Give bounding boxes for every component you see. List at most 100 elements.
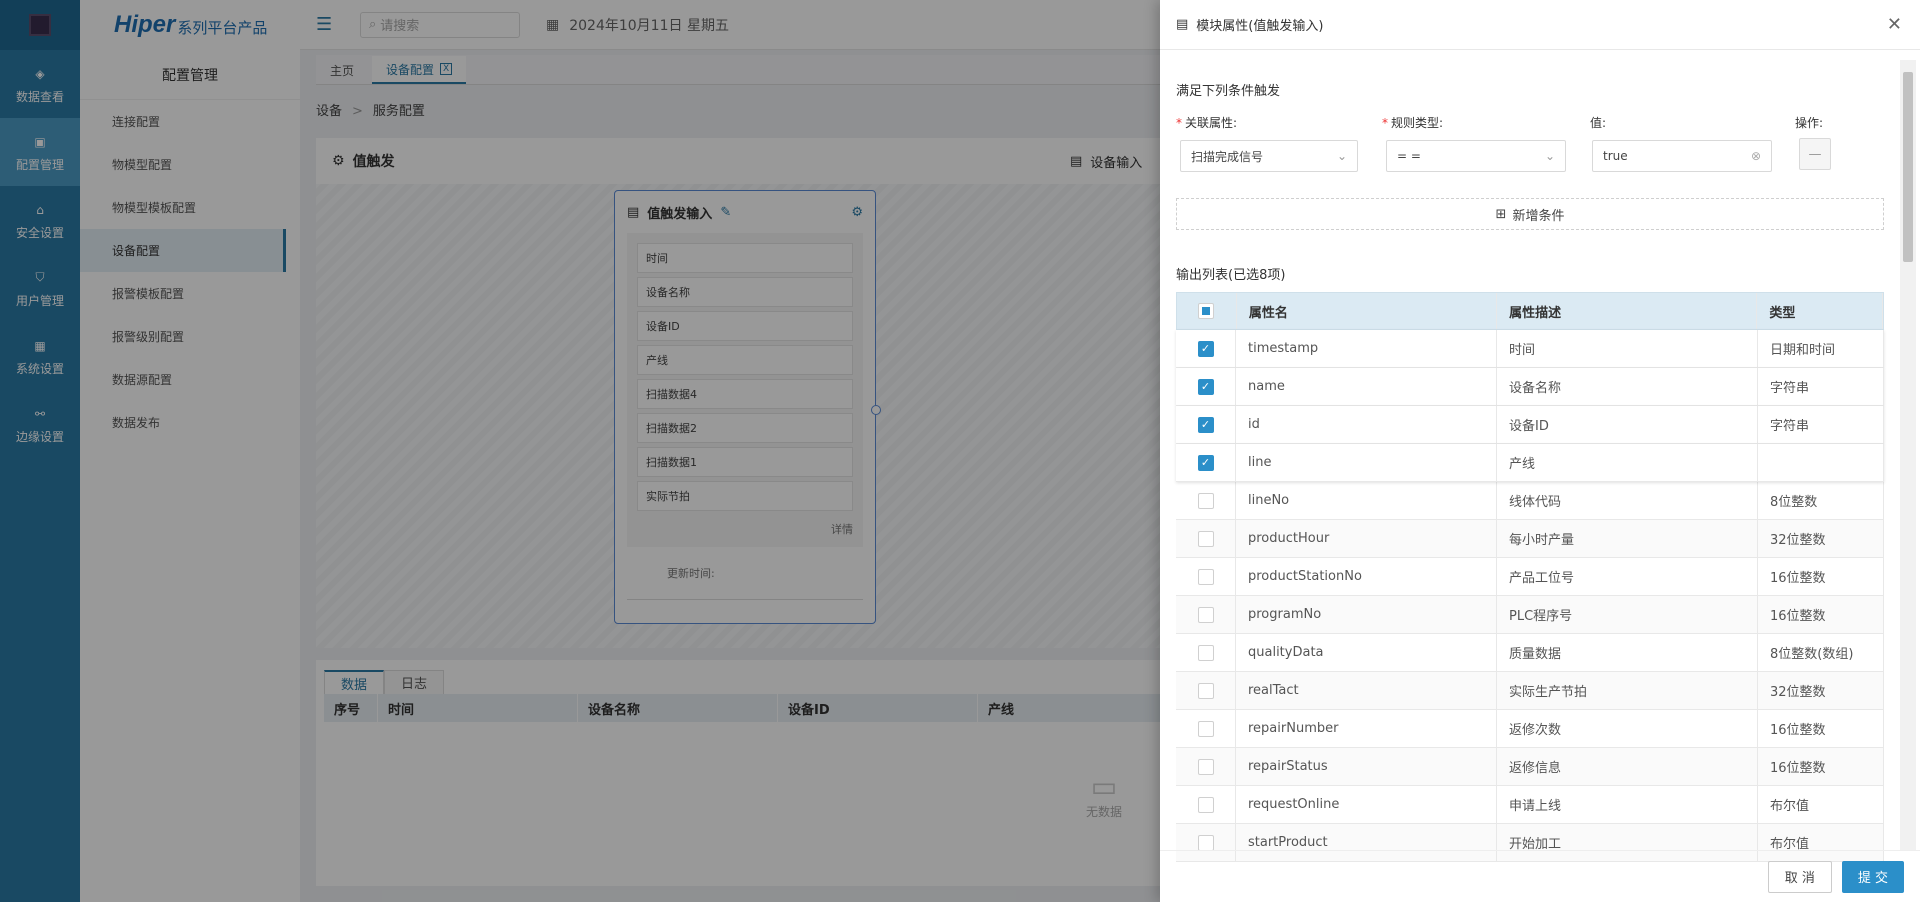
cell-name: repairStatus (1236, 748, 1497, 785)
cell-desc: 产品工位号 (1497, 558, 1758, 595)
module-properties-drawer: ▤ 模块属性(值触发输入) ✕ 满足下列条件触发 * 关联属性: * 规则类型: 值… (1160, 0, 1920, 902)
cancel-button[interactable]: 取 消 (1767, 860, 1832, 893)
cell-desc: PLC程序号 (1497, 596, 1758, 633)
row-checkbox[interactable] (1197, 758, 1214, 775)
cell-name: productHour (1236, 520, 1497, 557)
submit-button[interactable]: 提 交 (1841, 860, 1904, 893)
drawer-footer: 取 消 提 交 (1160, 850, 1920, 902)
cell-type: 日期和时间 (1758, 330, 1884, 367)
drawer-title: 模块属性(值触发输入) (1196, 19, 1324, 34)
row-checkbox[interactable] (1197, 530, 1214, 547)
rule-select-value: = = (1397, 149, 1421, 163)
table-row[interactable]: ✓ line 产线 (1176, 444, 1884, 482)
scrollbar[interactable] (1900, 60, 1916, 850)
table-row[interactable]: requestOnline 申请上线 布尔值 (1176, 786, 1884, 824)
table-row[interactable]: ✓ timestamp 时间 日期和时间 (1176, 330, 1884, 368)
select-all-checkbox[interactable] (1198, 303, 1215, 319)
row-checkbox[interactable] (1197, 834, 1214, 851)
minus-icon: — (1808, 146, 1822, 162)
cell-desc: 时间 (1497, 330, 1758, 367)
cell-type: 字符串 (1758, 368, 1884, 405)
row-checkbox[interactable] (1197, 720, 1214, 737)
output-list-title: 输出列表(已选8项) (1176, 268, 1286, 283)
row-checkbox[interactable]: ✓ (1197, 454, 1214, 471)
value-input[interactable]: true ⊗ (1592, 140, 1772, 172)
add-condition-button[interactable]: ⊞ 新增条件 (1176, 198, 1884, 230)
rule-select[interactable]: = = ⌄ (1386, 140, 1566, 172)
chevron-down-icon: ⌄ (1336, 149, 1347, 163)
clear-icon[interactable]: ⊗ (1751, 149, 1761, 163)
cell-desc: 返修次数 (1497, 710, 1758, 747)
cell-name: qualityData (1236, 634, 1497, 671)
row-checkbox[interactable]: ✓ (1197, 416, 1214, 433)
output-table: 属性名 属性描述 类型 ✓ timestamp 时间 日期和时间 ✓ name 设备名称 字符… (1176, 292, 1884, 862)
table-row[interactable]: productHour 每小时产量 32位整数 (1176, 520, 1884, 558)
cell-name: requestOnline (1236, 786, 1497, 823)
close-icon[interactable]: ✕ (1887, 14, 1902, 35)
cell-type: 16位整数 (1758, 558, 1884, 595)
row-checkbox[interactable]: ✓ (1197, 378, 1214, 395)
cell-desc: 设备名称 (1497, 368, 1758, 405)
table-row[interactable]: repairStatus 返修信息 16位整数 (1176, 748, 1884, 786)
chevron-down-icon: ⌄ (1544, 149, 1555, 163)
document-icon: ▤ (1176, 17, 1189, 32)
scrollbar-thumb[interactable] (1903, 72, 1913, 262)
col-header: 类型 (1757, 293, 1883, 329)
cell-name: timestamp (1236, 330, 1497, 367)
table-row[interactable]: lineNo 线体代码 8位整数 (1176, 482, 1884, 520)
add-icon: ⊞ (1495, 206, 1507, 222)
add-condition-label: 新增条件 (1512, 208, 1565, 224)
cell-desc: 返修信息 (1497, 748, 1758, 785)
cell-type: 8位整数(数组) (1758, 634, 1884, 671)
table-row[interactable]: programNo PLC程序号 16位整数 (1176, 596, 1884, 634)
row-checkbox[interactable] (1197, 492, 1214, 509)
cell-name: id (1236, 406, 1497, 443)
attr-select-value: 扫描完成信号 (1191, 149, 1264, 164)
table-row[interactable]: repairNumber 返修次数 16位整数 (1176, 710, 1884, 748)
table-row[interactable]: productStationNo 产品工位号 16位整数 (1176, 558, 1884, 596)
cell-type: 16位整数 (1758, 596, 1884, 633)
cell-type: 32位整数 (1758, 520, 1884, 557)
row-checkbox[interactable] (1197, 796, 1214, 813)
cell-type: 16位整数 (1758, 748, 1884, 785)
cell-type: 字符串 (1758, 406, 1884, 443)
cell-name: repairNumber (1236, 710, 1497, 747)
modal-overlay[interactable] (0, 0, 1160, 902)
cell-desc: 实际生产节拍 (1497, 672, 1758, 709)
cell-name: realTact (1236, 672, 1497, 709)
attr-select[interactable]: 扫描完成信号 ⌄ (1180, 140, 1358, 172)
op-label: 操作: (1795, 116, 1824, 130)
cell-name: programNo (1236, 596, 1497, 633)
row-checkbox[interactable] (1197, 644, 1214, 661)
value-label: 值: (1590, 116, 1607, 130)
cell-desc: 申请上线 (1497, 786, 1758, 823)
value-input-text: true (1603, 149, 1628, 163)
cell-desc: 每小时产量 (1497, 520, 1758, 557)
cell-desc: 设备ID (1497, 406, 1758, 443)
cell-type: 8位整数 (1758, 482, 1884, 519)
table-row[interactable]: realTact 实际生产节拍 32位整数 (1176, 672, 1884, 710)
rule-label: * 规则类型: (1382, 116, 1444, 130)
table-header: 属性名 属性描述 类型 (1176, 292, 1884, 330)
row-checkbox[interactable] (1197, 606, 1214, 623)
cell-desc: 产线 (1497, 444, 1758, 481)
cell-type: 32位整数 (1758, 672, 1884, 709)
cell-desc: 质量数据 (1497, 634, 1758, 671)
cell-name: name (1236, 368, 1497, 405)
row-checkbox[interactable] (1197, 682, 1214, 699)
condition-section-title: 满足下列条件触发 (1176, 84, 1281, 99)
row-checkbox[interactable] (1197, 568, 1214, 585)
cell-name: line (1236, 444, 1497, 481)
col-header: 属性描述 (1497, 293, 1758, 329)
attr-label: * 关联属性: (1176, 116, 1238, 130)
remove-condition-button[interactable]: — (1799, 138, 1831, 170)
row-checkbox[interactable]: ✓ (1197, 340, 1214, 357)
col-header: 属性名 (1237, 293, 1498, 329)
table-row[interactable]: ✓ id 设备ID 字符串 (1176, 406, 1884, 444)
cell-name: productStationNo (1236, 558, 1497, 595)
cell-type: 布尔值 (1758, 786, 1884, 823)
cell-desc: 线体代码 (1497, 482, 1758, 519)
table-row[interactable]: qualityData 质量数据 8位整数(数组) (1176, 634, 1884, 672)
cell-name: lineNo (1236, 482, 1497, 519)
table-row[interactable]: ✓ name 设备名称 字符串 (1176, 368, 1884, 406)
